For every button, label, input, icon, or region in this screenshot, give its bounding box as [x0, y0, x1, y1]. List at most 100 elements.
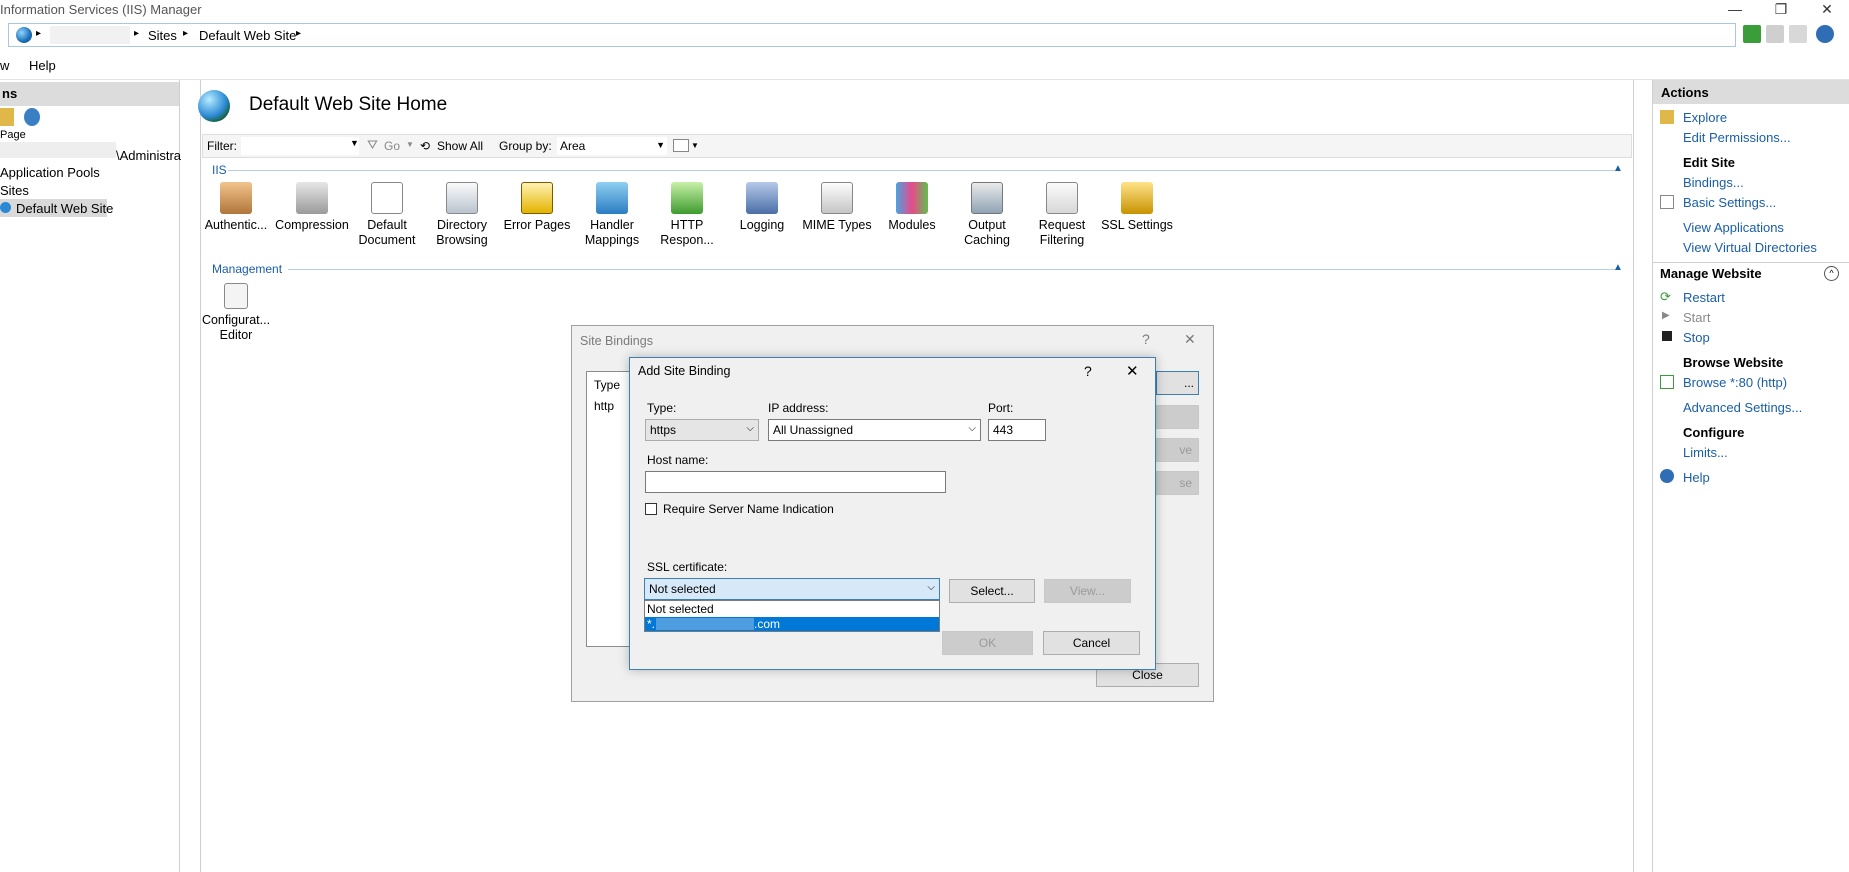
- add-site-binding-title: Add Site Binding: [638, 364, 731, 378]
- minimize-button[interactable]: —: [1712, 0, 1758, 20]
- default-document-icon: [371, 182, 403, 214]
- folder-icon[interactable]: [0, 108, 14, 126]
- feature-handler-mappings[interactable]: Handler Mappings: [574, 182, 650, 248]
- breadcrumb-default-web-site[interactable]: Default Web Site: [199, 28, 296, 43]
- ssl-option-not-selected[interactable]: Not selected: [647, 602, 714, 616]
- feature-mime-types[interactable]: MIME Types: [799, 182, 875, 233]
- action-help[interactable]: Help: [1683, 470, 1710, 485]
- view-toggle-icon[interactable]: [673, 139, 689, 152]
- help-icon[interactable]: ?: [1142, 331, 1150, 347]
- menu-help[interactable]: Help: [29, 58, 56, 73]
- feature-authentication[interactable]: Authentic...: [198, 182, 274, 233]
- help-icon[interactable]: ?: [1084, 363, 1092, 379]
- basic-settings-icon: [1660, 195, 1674, 209]
- bindings-row-type: http: [594, 399, 615, 413]
- feature-configuration-editor[interactable]: Configurat... Editor: [198, 283, 274, 343]
- feature-ssl-settings[interactable]: SSL Settings: [1099, 182, 1175, 233]
- feature-label: Directory Browsing: [436, 218, 488, 247]
- filter-input[interactable]: [240, 136, 360, 156]
- action-explore[interactable]: Explore: [1683, 110, 1727, 125]
- remove-binding-button[interactable]: ve: [1156, 438, 1199, 462]
- feature-label: Logging: [739, 218, 785, 232]
- close-window-button[interactable]: ✕: [1804, 0, 1849, 20]
- stop-icon[interactable]: [1766, 25, 1784, 43]
- select-certificate-button[interactable]: Select...: [949, 579, 1035, 603]
- ok-button[interactable]: OK: [942, 631, 1033, 655]
- port-input[interactable]: 443: [988, 419, 1046, 441]
- sni-checkbox[interactable]: [645, 503, 657, 515]
- close-icon[interactable]: ✕: [1184, 331, 1196, 348]
- breadcrumb-arrow-icon[interactable]: ▸: [36, 28, 41, 39]
- globe-icon: [16, 27, 32, 43]
- collapse-icon[interactable]: ▲: [1613, 262, 1623, 273]
- feature-compression[interactable]: Compression: [274, 182, 350, 233]
- feature-request-filtering[interactable]: Request Filtering: [1024, 182, 1100, 248]
- close-icon[interactable]: ✕: [1126, 362, 1139, 380]
- action-view-applications[interactable]: View Applications: [1683, 220, 1784, 235]
- type-select[interactable]: https ⌵: [645, 419, 759, 441]
- restore-button[interactable]: ❐: [1758, 0, 1804, 20]
- port-label: Port:: [988, 401, 1014, 415]
- home-icon[interactable]: [1789, 25, 1807, 43]
- authentication-icon: [220, 182, 252, 214]
- actions-header: Actions: [1653, 80, 1849, 104]
- menu-view[interactable]: w: [0, 58, 9, 73]
- connect-icon[interactable]: [24, 108, 40, 126]
- group-by-select[interactable]: Area ▼: [556, 136, 668, 156]
- tree-sites[interactable]: Sites: [0, 183, 29, 198]
- stop-icon: [1662, 331, 1672, 341]
- show-all-icon[interactable]: ⟲: [420, 139, 430, 153]
- chevron-down-icon[interactable]: ▼: [691, 141, 699, 150]
- chevron-down-icon[interactable]: ▼: [350, 138, 359, 148]
- browse-binding-button[interactable]: se: [1156, 471, 1199, 495]
- tree-application-pools[interactable]: Application Pools: [0, 165, 100, 180]
- type-value: https: [650, 423, 677, 437]
- action-edit-permissions[interactable]: Edit Permissions...: [1683, 130, 1791, 145]
- action-advanced-settings[interactable]: Advanced Settings...: [1683, 400, 1802, 415]
- action-limits[interactable]: Limits...: [1683, 445, 1728, 460]
- feature-directory-browsing[interactable]: Directory Browsing: [424, 182, 500, 248]
- action-basic-settings[interactable]: Basic Settings...: [1683, 195, 1776, 210]
- tree-default-web-site[interactable]: Default Web Site: [16, 201, 113, 216]
- chevron-down-icon[interactable]: ▼: [406, 140, 414, 149]
- show-all-button[interactable]: Show All: [437, 139, 483, 153]
- section-iis-header[interactable]: IIS: [212, 163, 227, 177]
- feature-http-response[interactable]: HTTP Respon...: [649, 182, 725, 248]
- section-management-header[interactable]: Management: [212, 262, 282, 276]
- breadcrumb-arrow-icon[interactable]: ▸: [183, 28, 188, 39]
- globe-icon: [0, 202, 11, 213]
- feature-error-pages[interactable]: Error Pages: [499, 182, 575, 233]
- action-browse-80[interactable]: Browse *:80 (http): [1683, 375, 1787, 390]
- folder-icon: [1660, 110, 1674, 124]
- refresh-icon[interactable]: [1743, 25, 1761, 43]
- action-restart[interactable]: Restart: [1683, 290, 1725, 305]
- edit-binding-button[interactable]: [1156, 405, 1199, 429]
- feature-output-caching[interactable]: Output Caching: [949, 182, 1025, 248]
- add-binding-button[interactable]: ...: [1156, 371, 1199, 395]
- collapse-icon[interactable]: ▲: [1613, 163, 1623, 174]
- action-stop[interactable]: Stop: [1683, 330, 1710, 345]
- go-button[interactable]: Go: [384, 139, 400, 153]
- help-icon[interactable]: [1816, 25, 1834, 43]
- ip-address-select[interactable]: All Unassigned ⌵: [768, 419, 981, 441]
- breadcrumb-arrow-icon[interactable]: ▸: [296, 28, 301, 39]
- collapse-icon[interactable]: ^: [1824, 266, 1839, 281]
- feature-modules[interactable]: Modules: [874, 182, 950, 233]
- cancel-button[interactable]: Cancel: [1043, 631, 1140, 655]
- error-pages-icon: [521, 182, 553, 214]
- ssl-certificate-select[interactable]: Not selected ⌵: [644, 578, 940, 600]
- group-by-value: Area: [560, 139, 586, 153]
- tree-start-page[interactable]: Page: [0, 129, 26, 141]
- view-certificate-button[interactable]: View...: [1044, 579, 1131, 603]
- action-group-browse-website: Browse Website: [1683, 355, 1784, 370]
- feature-default-document[interactable]: Default Document: [349, 182, 425, 248]
- breadcrumb-sites[interactable]: Sites: [148, 28, 177, 43]
- action-bindings[interactable]: Bindings...: [1683, 175, 1744, 190]
- breadcrumb-arrow-icon[interactable]: ▸: [134, 28, 139, 39]
- host-name-input[interactable]: [645, 471, 946, 493]
- feature-logging[interactable]: Logging: [724, 182, 800, 233]
- ssl-settings-icon: [1121, 182, 1153, 214]
- action-view-virtual-directories[interactable]: View Virtual Directories: [1683, 240, 1817, 255]
- tree-server-user[interactable]: \Administra: [116, 148, 181, 163]
- divider: [1653, 262, 1849, 263]
